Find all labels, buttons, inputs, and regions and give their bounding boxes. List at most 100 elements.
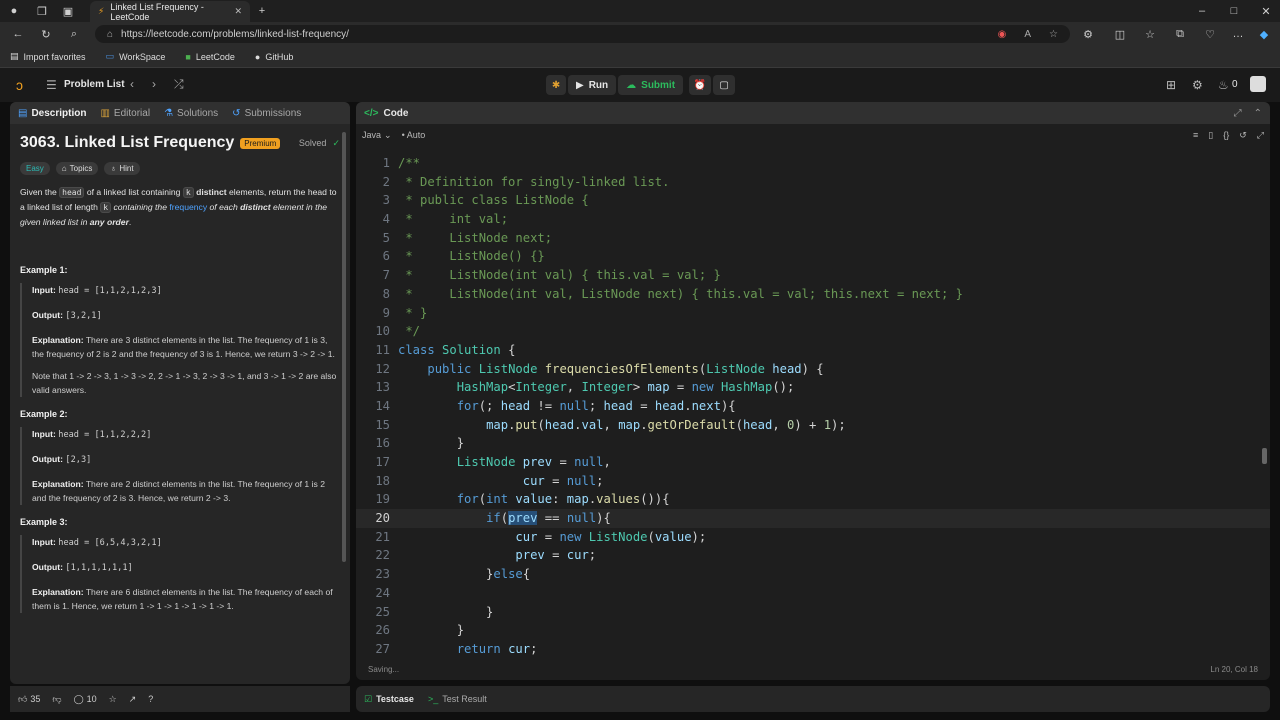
favorites-icon[interactable]: ☆ — [1142, 26, 1158, 42]
browser-tab-active[interactable]: ⚡ Linked List Frequency - LeetCode ✕ — [90, 1, 250, 22]
description-scrollbar[interactable] — [342, 132, 346, 562]
frequency-link[interactable]: frequency — [169, 202, 207, 212]
prev-problem-icon[interactable]: ‹ — [130, 77, 134, 91]
leetcode-favicon-icon: ⚡ — [98, 6, 105, 16]
tab-submissions[interactable]: ↺ Submissions — [232, 108, 301, 119]
testcase-panel: ☑ Testcase >_ Test Result — [356, 686, 1270, 712]
document-icon: ▤ — [18, 107, 28, 119]
copilot-icon[interactable]: ◆ — [1256, 26, 1272, 42]
new-tab-icon[interactable]: + — [254, 3, 270, 19]
close-tab-icon[interactable]: ✕ — [234, 6, 242, 17]
example-1: Input: head = [1,1,2,1,2,3] Output: [3,2… — [20, 283, 340, 397]
browser-tab-title: Linked List Frequency - LeetCode — [110, 1, 204, 22]
next-problem-icon[interactable]: › — [152, 77, 156, 91]
add-favorite-icon[interactable]: ☆ — [1049, 29, 1058, 40]
submit-button[interactable]: ☁ Submit — [618, 75, 684, 95]
settings-gear-icon[interactable]: ⚙ — [1192, 78, 1203, 92]
maximize-icon[interactable]: □ — [1226, 3, 1242, 19]
topics-chip[interactable]: ⌂ Topics — [55, 162, 99, 175]
thumbs-down-icon: 👎︎ — [52, 693, 62, 704]
tab-editorial[interactable]: ▥ Editorial — [100, 108, 150, 119]
collections-icon[interactable]: ⧉ — [1172, 26, 1188, 42]
tab-description[interactable]: ▤ Description — [18, 108, 86, 119]
editor-scrollbar[interactable] — [1262, 448, 1267, 464]
dislike-button[interactable]: 👎︎ — [52, 694, 61, 705]
lightbulb-icon: ♁ — [110, 164, 117, 173]
layout-icon[interactable]: ⊞ — [1166, 78, 1176, 92]
url-text: https://leetcode.com/problems/linked-lis… — [121, 28, 349, 40]
example-3: Input: head = [6,5,4,3,2,1] Output: [1,1… — [20, 535, 340, 613]
code-editor[interactable]: 1/** 2 * Definition for singly-linked li… — [356, 152, 1270, 658]
problem-list-link[interactable]: Problem List — [64, 79, 125, 90]
format-icon[interactable]: ≡ — [1193, 130, 1198, 140]
cursor-position: Ln 20, Col 18 — [1210, 664, 1258, 674]
site-info-icon[interactable]: ⌂ — [107, 29, 113, 40]
favorite-star-icon[interactable]: ☆ — [109, 694, 117, 705]
saving-status: Saving... — [368, 664, 400, 674]
workspaces-icon[interactable]: ❐ — [34, 3, 50, 19]
language-select[interactable]: Java ⌄ — [362, 130, 392, 141]
bookmark-import-favorites[interactable]: ▤ Import favorites — [10, 51, 86, 62]
comments-button[interactable]: ◯ 10 — [74, 694, 97, 705]
braces-icon[interactable]: {} — [1223, 130, 1229, 140]
history-icon: ↺ — [232, 107, 241, 119]
random-problem-icon[interactable]: ⤮ — [174, 77, 184, 92]
help-icon[interactable]: ? — [148, 694, 153, 704]
expand-editor-icon[interactable]: ⤢ — [1257, 130, 1264, 141]
like-button[interactable]: 👍︎ 35 — [18, 694, 40, 705]
tab-test-result[interactable]: >_ Test Result — [428, 694, 487, 704]
run-button[interactable]: ▶ Run — [568, 75, 617, 95]
collapse-icon[interactable]: ⌃ — [1254, 108, 1262, 119]
bookmark-leetcode[interactable]: ■ LeetCode — [185, 52, 234, 62]
streak-fire-icon[interactable]: ♨ — [1218, 78, 1229, 92]
close-window-icon[interactable]: ✕ — [1258, 3, 1274, 19]
search-icon[interactable]: ⌕ — [66, 26, 82, 42]
read-aloud-icon[interactable]: A — [1024, 29, 1031, 40]
split-screen-icon[interactable]: ◫ — [1112, 26, 1128, 42]
share-icon[interactable]: ↗ — [129, 694, 137, 705]
code-panel-title: Code — [383, 107, 409, 119]
code-toolbar: Java ⌄ • Auto ≡ ▯ {} ↺ ⤢ — [356, 124, 1270, 146]
solved-status: Solved — [298, 138, 327, 148]
import-icon: ▤ — [10, 51, 19, 61]
bookmark-github[interactable]: ● GitHub — [255, 52, 293, 62]
description-panel: ▤ Description ▥ Editorial ⚗ Solutions ↺ … — [10, 102, 350, 684]
refresh-icon[interactable]: ↻ — [38, 26, 54, 42]
browser-essentials-icon[interactable]: ♡ — [1202, 26, 1218, 42]
leetcode-logo-icon[interactable]: ↄ — [16, 77, 23, 93]
example-1-title: Example 1: — [20, 265, 68, 275]
bookmark-icon[interactable]: ▯ — [1208, 130, 1213, 141]
back-icon[interactable]: ← — [10, 26, 26, 42]
extensions-icon[interactable]: ⚙ — [1080, 26, 1096, 42]
profile-icon[interactable]: ● — [6, 3, 22, 19]
minimize-icon[interactable]: – — [1194, 3, 1210, 19]
leetcode-bookmark-icon: ■ — [185, 51, 191, 62]
avatar[interactable] — [1250, 76, 1266, 92]
check-circle-icon: ✓ — [332, 137, 340, 148]
tab-solutions[interactable]: ⚗ Solutions — [164, 108, 218, 119]
bookmark-workspace[interactable]: ▭ WorkSpace — [106, 51, 166, 62]
reset-icon[interactable]: ↺ — [1239, 130, 1247, 141]
description-tabs: ▤ Description ▥ Editorial ⚗ Solutions ↺ … — [10, 102, 350, 124]
more-menu-icon[interactable]: … — [1230, 26, 1246, 42]
tab-testcase[interactable]: ☑ Testcase — [364, 694, 414, 705]
tab-actions-icon[interactable]: ▣ — [60, 3, 76, 19]
example-2: Input: head = [1,1,2,2,2] Output: [2,3] … — [20, 427, 340, 505]
problem-list-icon: ☰ — [46, 78, 57, 92]
hint-chip[interactable]: ♁ Hint — [104, 162, 140, 175]
debug-button[interactable]: ✱ — [546, 75, 566, 95]
premium-badge: Premium — [240, 137, 281, 149]
problem-description: Given the head of a linked list containi… — [20, 187, 337, 227]
leetcode-navbar: ↄ ☰ Problem List ‹ › ⤮ ✱ ▶ Run ☁ Submit … — [0, 68, 1280, 102]
code-status-bar: Saving... Ln 20, Col 18 — [356, 658, 1270, 680]
chevron-down-icon: ⌄ — [384, 129, 392, 140]
tracking-icon[interactable]: ◉ — [998, 29, 1007, 40]
play-icon: ▶ — [576, 79, 584, 91]
timer-button[interactable]: ⏰ — [689, 75, 712, 95]
notes-button[interactable]: ▢ — [713, 75, 736, 95]
url-field[interactable]: ⌂ https://leetcode.com/problems/linked-l… — [95, 25, 1070, 43]
browser-tab-bar: ● ❐ ▣ ⚡ Linked List Frequency - LeetCode… — [0, 0, 1280, 22]
fullscreen-icon[interactable]: ⤢ — [1234, 108, 1242, 119]
tag-icon: ⌂ — [61, 164, 67, 173]
auto-mode-indicator[interactable]: • Auto — [402, 130, 426, 140]
